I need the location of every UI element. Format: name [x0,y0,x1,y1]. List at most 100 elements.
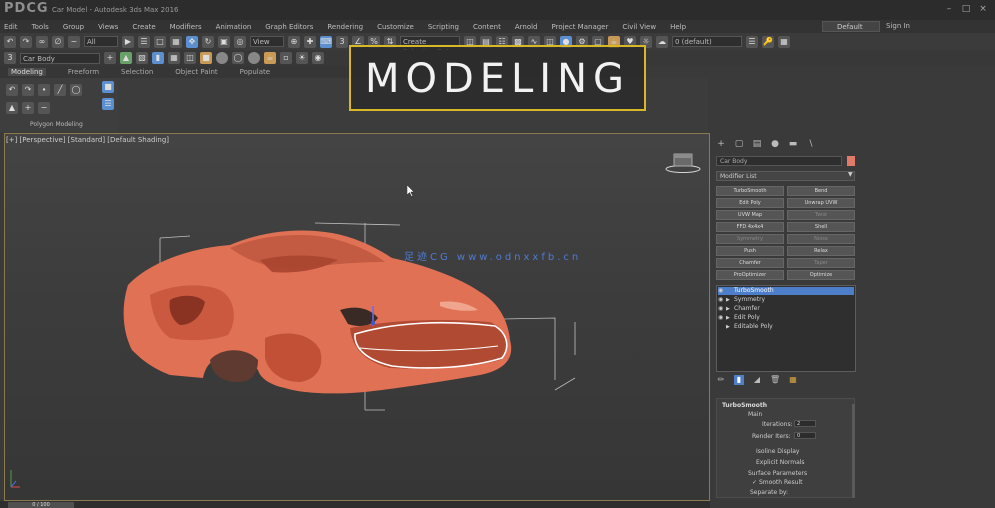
redo-ribbon-icon[interactable]: ↷ [22,84,34,96]
modifier-button[interactable]: Taper [787,258,855,268]
tab-modeling[interactable]: Modeling [8,68,46,76]
vertex-mode-icon[interactable]: ∙ [38,84,50,96]
rollout-scrollbar[interactable] [852,404,855,498]
menu-item[interactable]: Create [132,23,155,31]
modifier-button[interactable]: Noise [787,234,855,244]
modifier-button[interactable]: Shell [787,222,855,232]
select-move-icon[interactable]: ✥ [186,35,198,48]
eye-icon[interactable]: ◉ [718,287,726,295]
grid-icon[interactable]: ▦ [168,52,180,64]
rectangular-selection-icon[interactable]: □ [154,35,166,48]
menu-item[interactable]: Modifiers [170,23,202,31]
menu-item[interactable]: Group [63,23,84,31]
layer-properties-icon[interactable]: ▮ [152,52,164,64]
modifier-button[interactable]: Chamfer [716,258,784,268]
render-iters-spinner[interactable]: 0 [794,432,816,439]
placement-icon[interactable]: ◎ [234,35,246,48]
workspace-select[interactable]: Default [822,21,880,32]
hierarchy-icon[interactable]: ▤ [752,139,762,149]
tab-populate[interactable]: Populate [240,68,270,76]
menu-item[interactable]: Animation [216,23,252,31]
modify-icon[interactable]: ▢ [734,139,744,149]
layer-field[interactable]: 0 (default) [672,36,742,47]
remove-modifier-icon[interactable]: 🗑 [770,375,780,385]
object-name-field[interactable]: Car Body [716,156,842,166]
window-crossing-icon[interactable]: ▦ [170,35,182,48]
eye-icon[interactable]: ◉ [718,296,726,304]
modify-mode-icon[interactable]: ☰ [102,98,114,110]
undo-ribbon-icon[interactable]: ↶ [6,84,18,96]
modifier-button[interactable]: UVW Map [716,210,784,220]
expand-icon[interactable]: ▶ [726,296,734,304]
menu-item[interactable]: Help [670,23,686,31]
scene-explorer-icon[interactable]: ☰ [746,35,758,48]
stack-item[interactable]: ▶ Editable Poly [718,323,854,331]
make-unique-icon[interactable]: ◢ [752,375,762,385]
menu-item[interactable]: Views [98,23,118,31]
torus-icon[interactable] [248,52,260,64]
rollout-title[interactable]: TurboSmooth [722,402,767,409]
redo-icon[interactable]: ↷ [20,35,32,48]
tab-selection[interactable]: Selection [121,68,153,76]
display-icon[interactable]: ▬ [788,139,798,149]
element-mode-icon[interactable]: ▲ [6,102,18,114]
undo-icon[interactable]: ↶ [4,35,16,48]
menu-item[interactable]: Customize [377,23,414,31]
create-layer-icon[interactable]: + [104,52,116,64]
configure-sets-icon[interactable]: ▦ [788,375,798,385]
select-rotate-icon[interactable]: ↻ [202,35,214,48]
modifier-button[interactable]: Symmetry [716,234,784,244]
select-by-name-icon[interactable]: ☰ [138,35,150,48]
select-scale-icon[interactable]: ▣ [218,35,230,48]
tab-freeform[interactable]: Freeform [68,68,99,76]
stack-item[interactable]: ◉ TurboSmooth [718,287,854,295]
reference-coordinate-select[interactable]: View [250,36,284,47]
sign-in-link[interactable]: Sign In [886,22,910,30]
modifier-button[interactable]: ProOptimizer [716,270,784,280]
snaps-toggle-icon[interactable]: 3 [336,35,348,48]
menu-item[interactable]: Project Manager [552,23,609,31]
isoline-display-checkbox[interactable]: Isoline Display [756,448,799,455]
motion-icon[interactable]: ● [770,139,780,149]
shrink-icon[interactable]: − [38,102,50,114]
pin-stack-icon[interactable]: ✏ [716,375,726,385]
unlink-icon[interactable]: ∅ [52,35,64,48]
utilities-icon[interactable]: \ [806,139,816,149]
eye-icon[interactable]: ◉ [718,305,726,313]
object-color-swatch[interactable] [847,156,855,166]
smooth-result-checkbox[interactable]: ✓ Smooth Result [752,479,803,486]
modifier-button[interactable]: Unwrap UVW [787,198,855,208]
create-icon[interactable]: + [716,139,726,149]
viewport-layout-icon[interactable]: ▦ [778,35,790,48]
tab-object-paint[interactable]: Object Paint [175,68,217,76]
link-icon[interactable]: ∞ [36,35,48,48]
modifier-button[interactable]: Optimize [787,270,855,280]
set-key-icon[interactable]: 🔑 [762,35,774,48]
grow-icon[interactable]: + [22,102,34,114]
pivot-center-icon[interactable]: ⊕ [288,35,300,48]
modifier-list-select[interactable]: Modifier List [716,171,855,181]
add-to-layer-icon[interactable]: ▲ [120,52,132,64]
car-model[interactable] [110,210,580,415]
polygon-mode-icon[interactable]: ■ [102,81,114,93]
menu-item[interactable]: Graph Editors [265,23,313,31]
viewcube-icon[interactable] [665,150,701,174]
expand-icon[interactable]: ▶ [726,314,734,322]
select-layer-icon[interactable]: ▧ [136,52,148,64]
time-slider[interactable]: 0 / 100 [8,502,74,508]
modifier-button[interactable]: Bend [787,186,855,196]
show-end-result-icon[interactable]: ▮ [734,375,744,385]
bind-space-warp-icon[interactable]: ~ [68,35,80,48]
layers-icon[interactable]: 3 [4,52,16,64]
menu-item[interactable]: Arnold [515,23,538,31]
modifier-button[interactable]: FFD 4x4x4 [716,222,784,232]
camera-icon[interactable]: ◉ [312,52,324,64]
menu-item[interactable]: Civil View [622,23,656,31]
cylinder-icon[interactable]: ◯ [232,52,244,64]
clone-icon[interactable]: ◫ [184,52,196,64]
layer-dropdown[interactable]: Car Body [20,52,100,64]
modifier-button[interactable]: Push [716,246,784,256]
sphere-icon[interactable] [216,52,228,64]
modifier-button[interactable]: Edit Poly [716,198,784,208]
modifier-button[interactable]: Relax [787,246,855,256]
